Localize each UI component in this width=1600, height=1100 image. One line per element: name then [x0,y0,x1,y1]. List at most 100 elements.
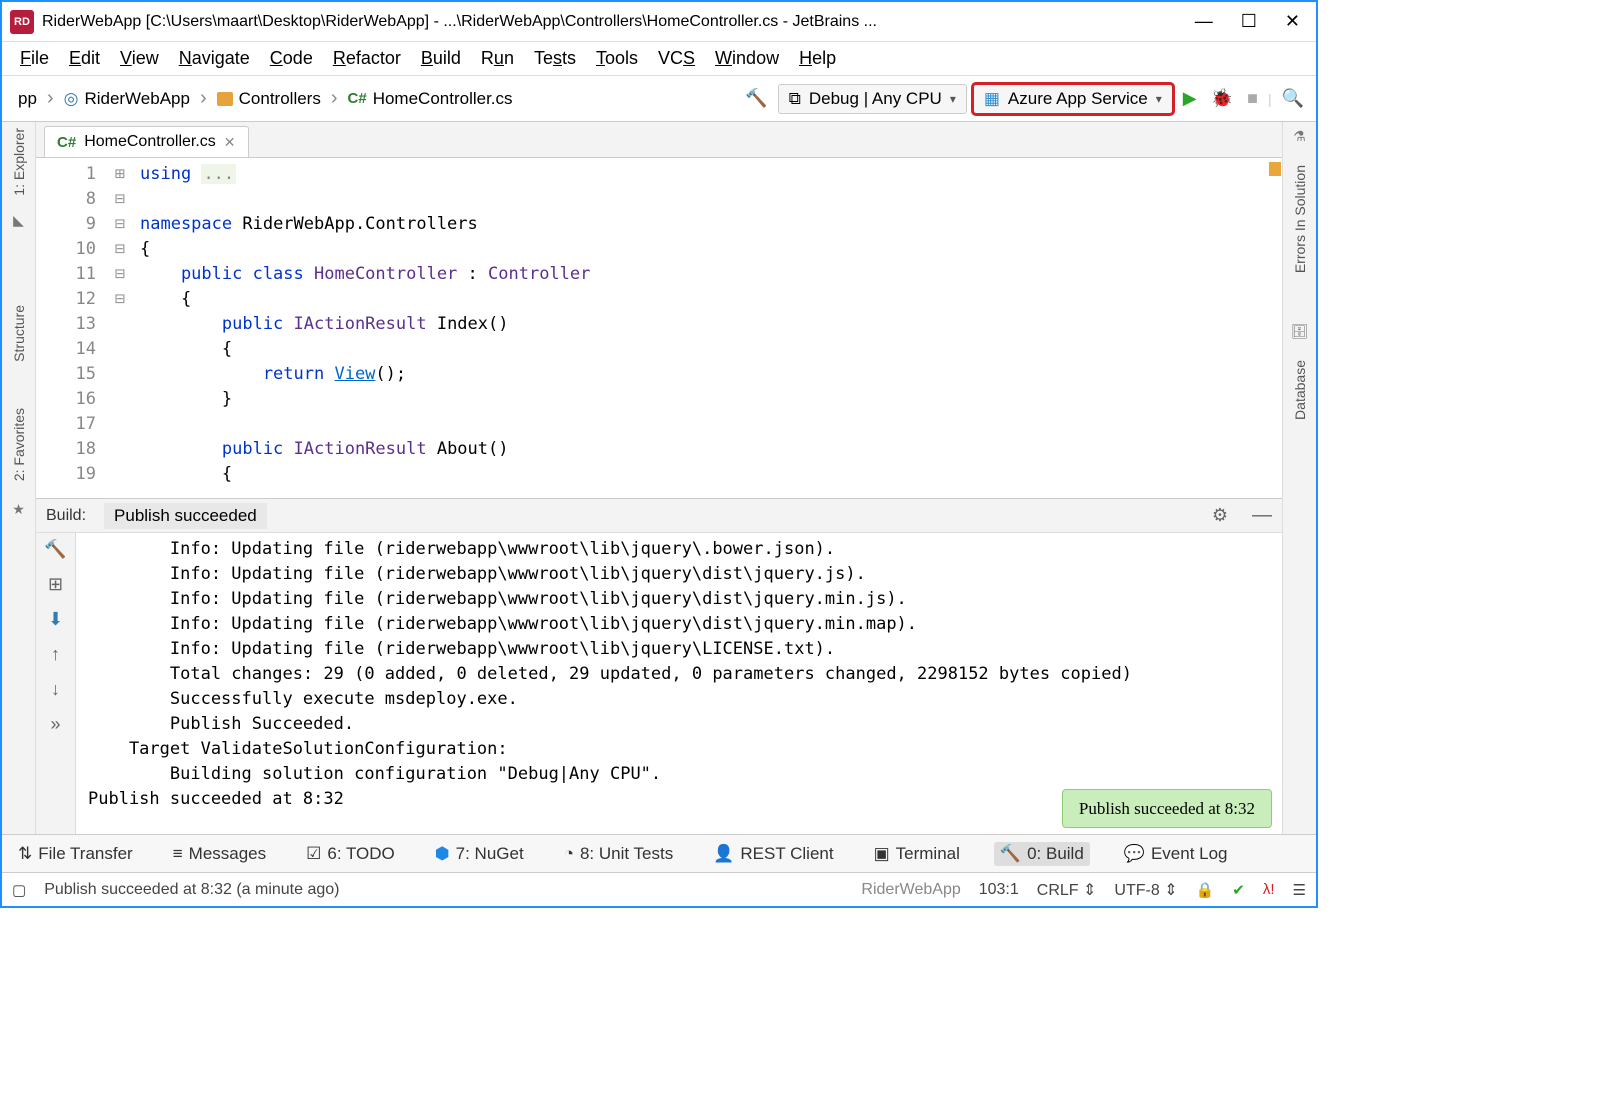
run-icon[interactable]: ▶ [1179,84,1201,113]
status-cursor[interactable]: 103:1 [979,881,1019,899]
crumb-project-label: RiderWebApp [84,89,190,109]
bt-rest-client[interactable]: 👤 REST Client [707,842,839,866]
resharper-icon[interactable]: λ! [1263,881,1275,898]
toolbar: pp › ◎ RiderWebApp › Controllers › C# Ho… [2,76,1316,122]
build-body: 🔨 ⊞ ⬇ ↑ ↓ » Info: Updating file (riderwe… [36,533,1282,834]
close-icon[interactable]: ✕ [1285,11,1300,32]
tool-database[interactable]: Database [1292,360,1308,420]
build-icon[interactable]: 🔨 [741,84,771,113]
toggle-toolwindows-icon[interactable]: ▢ [12,881,26,899]
bt-file-transfer[interactable]: ⇅ File Transfer [12,842,139,866]
crumb-folder[interactable]: Controllers [209,86,329,112]
bottom-tool-bar: ⇅ File Transfer ≡ Messages ☑ 6: TODO ⬢ 7… [2,834,1316,872]
build-output[interactable]: Info: Updating file (riderwebapp\wwwroot… [76,533,1282,834]
status-bar: ▢ Publish succeeded at 8:32 (a minute ag… [2,872,1316,906]
collapse-icon[interactable]: ◣ [13,212,24,229]
fold-strip: ⊞⊟⊟⊟⊟⊟ [108,158,132,498]
bt-unit-tests[interactable]: ◔ 8: Unit Tests [558,842,680,866]
flask-icon[interactable]: ⚗ [1293,128,1306,145]
tree-icon[interactable]: ⊞ [48,574,63,595]
project-icon: ◎ [64,89,79,109]
toast-notification[interactable]: Publish succeeded at 8:32 [1062,789,1272,828]
azure-icon: ▦ [984,89,1000,109]
hammer-icon[interactable]: 🔨 [44,539,66,560]
down-icon[interactable]: ↓ [51,679,60,700]
tab-label: HomeController.cs [84,133,216,151]
cs-file-icon: C# [57,134,76,151]
config-icon: ⧉ [789,89,801,109]
code-content[interactable]: using ... namespace RiderWebApp.Controll… [132,158,1268,498]
chevron-down-icon: ▾ [950,92,956,106]
editor-tabs: C# HomeController.cs ✕ [36,122,1282,158]
crumb-file[interactable]: C# HomeController.cs [340,86,521,112]
window-title: RiderWebApp [C:\Users\maart\Desktop\Ride… [42,13,1195,31]
menu-run[interactable]: Run [473,46,522,71]
menu-file[interactable]: File [12,46,57,71]
database-icon[interactable]: 🗄 [1291,323,1309,340]
menu-tools[interactable]: Tools [588,46,646,71]
error-stripe[interactable] [1268,158,1282,498]
breadcrumb: pp › ◎ RiderWebApp › Controllers › C# Ho… [10,86,521,112]
inspect-icon[interactable]: ✔ [1232,881,1245,899]
menu-view[interactable]: View [112,46,167,71]
bt-nuget[interactable]: ⬢ 7: NuGet [429,842,530,866]
tool-errors[interactable]: Errors In Solution [1292,165,1308,273]
bt-event-log[interactable]: 💬 Event Log [1118,842,1234,866]
status-project[interactable]: RiderWebApp [861,881,960,899]
window-controls: — ☐ ✕ [1195,11,1308,32]
gear-icon[interactable]: ⚙ [1212,505,1228,526]
minimize-panel-icon[interactable]: — [1252,504,1272,527]
crumb-project[interactable]: ◎ RiderWebApp [56,86,198,112]
chevron-right-icon: › [329,87,340,110]
more-icon[interactable]: » [50,714,60,735]
bt-messages[interactable]: ≡ Messages [167,842,272,866]
menu-edit[interactable]: Edit [61,46,108,71]
menu-tests[interactable]: Tests [526,46,584,71]
title-bar: RD RiderWebApp [C:\Users\maart\Desktop\R… [2,2,1316,42]
status-eol[interactable]: CRLF ⇕ [1037,880,1097,900]
bt-todo[interactable]: ☑ 6: TODO [300,842,401,866]
lock-icon[interactable]: 🔒 [1196,881,1215,899]
stop-icon[interactable]: ■ [1243,84,1262,113]
close-icon[interactable]: ✕ [224,134,236,151]
bt-terminal[interactable]: ▣ Terminal [868,842,966,866]
right-tool-strip: ⚗ Errors In Solution 🗄 Database [1282,122,1316,834]
debug-icon[interactable]: 🐞 [1207,84,1237,113]
menu-vcs[interactable]: VCS [650,46,703,71]
search-icon[interactable]: 🔍 [1278,84,1308,113]
maximize-icon[interactable]: ☐ [1241,11,1257,32]
chevron-right-icon: › [198,87,209,110]
minimize-icon[interactable]: — [1195,11,1213,32]
menu-code[interactable]: Code [262,46,321,71]
crumb-folder-label: Controllers [239,89,321,109]
chevron-down-icon: ▾ [1156,92,1162,106]
up-icon[interactable]: ↑ [51,644,60,665]
tool-explorer[interactable]: 1: Explorer [11,128,27,196]
download-icon[interactable]: ⬇ [48,609,63,630]
code-editor[interactable]: 18910111213141516171819 ⊞⊟⊟⊟⊟⊟ using ...… [36,158,1282,498]
menu-refactor[interactable]: Refactor [325,46,409,71]
menu-bar: File Edit View Navigate Code Refactor Bu… [2,42,1316,76]
cs-file-icon: C# [348,90,367,107]
bt-build[interactable]: 🔨 0: Build [994,842,1090,866]
solution-config-dropdown[interactable]: ⧉ Debug | Any CPU ▾ [778,84,967,114]
app-logo-icon: RD [10,10,34,34]
tool-structure[interactable]: Structure [11,305,27,362]
menu-build[interactable]: Build [413,46,469,71]
menu-window[interactable]: Window [707,46,787,71]
left-tool-strip: 1: Explorer ◣ Structure 2: Favorites ★ [2,122,36,834]
tab-homecontroller[interactable]: C# HomeController.cs ✕ [44,126,249,157]
line-gutter: 18910111213141516171819 [36,158,108,498]
status-encoding[interactable]: UTF-8 ⇕ [1114,880,1177,900]
memory-icon[interactable]: ☰ [1293,881,1306,899]
warning-marker[interactable] [1269,162,1281,176]
tool-favorites[interactable]: 2: Favorites [11,408,27,481]
star-icon[interactable]: ★ [12,501,25,518]
crumb-app[interactable]: pp [10,86,45,112]
run-config-label: Azure App Service [1008,89,1148,109]
run-config-dropdown[interactable]: ▦ Azure App Service ▾ [973,84,1173,114]
menu-navigate[interactable]: Navigate [171,46,258,71]
build-header: Build: Publish succeeded ⚙ — [36,499,1282,533]
main-area: 1: Explorer ◣ Structure 2: Favorites ★ C… [2,122,1316,834]
menu-help[interactable]: Help [791,46,844,71]
